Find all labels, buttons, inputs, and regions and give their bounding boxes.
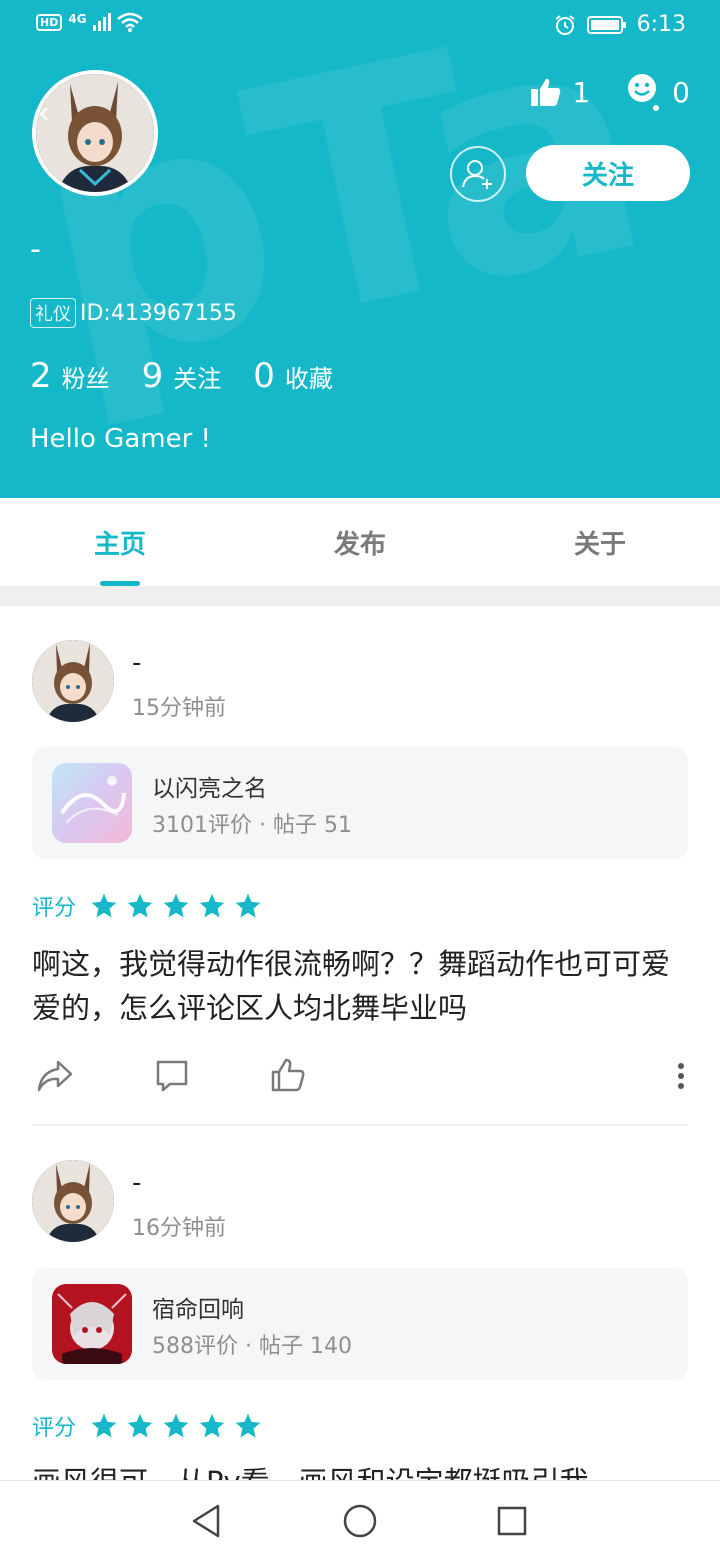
game-card[interactable]: 以闪亮之名 3101评价 · 帖子 51	[32, 747, 688, 859]
game-posts: 帖子 140	[259, 1334, 352, 1359]
post-author-name[interactable]: -	[132, 648, 141, 678]
rating-label: 评分	[32, 1416, 77, 1441]
fans-label: 粉丝	[61, 365, 110, 393]
share-icon[interactable]	[36, 1058, 74, 1094]
nav-back-icon[interactable]	[190, 1503, 222, 1539]
game-icon	[52, 1284, 132, 1364]
star-icon	[91, 1413, 117, 1438]
post-card: - 15分钟前 以闪亮之名 3101评价 · 帖子 51 评分 啊这，我觉得动作…	[0, 606, 720, 1126]
star-icon	[199, 1413, 225, 1438]
favorites-label: 收藏	[284, 365, 333, 393]
profile-id: ID:413967155	[80, 300, 237, 326]
post-author-name[interactable]: -	[132, 1168, 141, 1198]
tabs-separator	[0, 586, 720, 606]
following-label: 关注	[173, 365, 222, 393]
star-icon	[163, 893, 189, 918]
post-actions	[32, 1058, 688, 1098]
post-text[interactable]: 啊这，我觉得动作很流畅啊？？舞蹈动作也可可爱爱的，怎么评论区人均北舞毕业吗	[32, 942, 688, 1030]
game-reviews: 3101评价	[152, 813, 252, 838]
post-card: - 16分钟前 宿命回响 588评价 · 帖子 140 评分	[0, 1126, 720, 1480]
network-type: 4G	[68, 12, 87, 26]
post-time: 15分钟前	[132, 696, 226, 721]
thumb-up-outline-icon[interactable]	[270, 1058, 306, 1094]
profile-screen: pTa HD 4G 6:13 ‹ 1 0 关注 - 礼仪 ID:41396715…	[0, 0, 720, 1560]
post-author-avatar[interactable]	[32, 640, 114, 722]
star-icon	[91, 893, 117, 918]
alarm-icon	[554, 14, 575, 35]
post-text[interactable]: 画风很可，从Pv看，画风和设定都挺吸引我	[32, 1460, 688, 1480]
comment-icon[interactable]	[154, 1058, 190, 1094]
more-vertical-icon[interactable]	[674, 1058, 688, 1094]
profile-avatar[interactable]	[32, 70, 158, 196]
game-reviews: 588评价	[152, 1334, 238, 1359]
star-icon	[163, 1413, 189, 1438]
header-stats: 1 0	[530, 72, 690, 112]
favorites-number: 0	[253, 356, 275, 396]
status-bar: HD 4G 6:13	[0, 0, 720, 52]
star-icon	[199, 893, 225, 918]
profile-bio: Hello Gamer !	[30, 424, 211, 454]
profile-username: -	[30, 232, 41, 267]
id-tag: 礼仪	[30, 298, 76, 328]
hd-badge: HD	[36, 13, 63, 31]
game-meta: 3101评价 · 帖子 51	[152, 807, 352, 839]
reactions-count: 0	[672, 75, 690, 109]
nav-recents-icon[interactable]	[496, 1503, 528, 1539]
star-icon	[127, 1413, 153, 1438]
profile-header: pTa HD 4G 6:13 ‹ 1 0 关注 - 礼仪 ID:41396715…	[0, 0, 720, 498]
back-icon[interactable]: ‹	[38, 96, 50, 131]
wifi-icon	[116, 12, 143, 32]
game-name: 以闪亮之名	[152, 776, 267, 802]
tab-about[interactable]: 关于	[480, 498, 720, 586]
follow-button[interactable]: 关注	[526, 145, 690, 201]
tab-about-label: 关于	[573, 529, 626, 560]
tab-posts[interactable]: 发布	[240, 498, 480, 586]
game-posts: 帖子 51	[273, 813, 352, 838]
rating-label: 评分	[32, 896, 77, 921]
signal-icon	[92, 13, 111, 31]
clock-time: 6:13	[636, 12, 686, 37]
likes-stat[interactable]: 1	[530, 76, 590, 109]
game-meta: 588评价 · 帖子 140	[152, 1328, 352, 1360]
profile-id-row: 礼仪 ID:413967155	[30, 298, 237, 328]
following-number: 9	[141, 356, 164, 396]
profile-tabs: 主页 发布 关于	[0, 498, 720, 586]
post-time: 16分钟前	[132, 1216, 226, 1241]
fans-count[interactable]: 2 粉丝	[30, 356, 110, 396]
reactions-stat[interactable]: 0	[626, 72, 690, 112]
rating-row: 评分	[32, 1410, 262, 1442]
meta-dot: ·	[245, 1334, 259, 1359]
status-left: HD 4G	[36, 12, 143, 32]
add-friend-button[interactable]	[450, 146, 506, 202]
tab-home-label: 主页	[93, 529, 146, 560]
star-icon	[235, 1413, 261, 1438]
game-icon	[52, 763, 132, 843]
thumb-up-icon	[531, 78, 561, 106]
meta-dot: ·	[259, 813, 273, 838]
game-card[interactable]: 宿命回响 588评价 · 帖子 140	[32, 1268, 688, 1380]
battery-icon	[586, 15, 626, 34]
game-name: 宿命回响	[152, 1297, 244, 1323]
tab-home[interactable]: 主页	[0, 498, 240, 586]
favorites-count[interactable]: 0 收藏	[253, 356, 333, 396]
system-nav-bar	[0, 1480, 720, 1560]
likes-count: 1	[572, 75, 591, 109]
nav-home-icon[interactable]	[343, 1503, 377, 1539]
status-right: 6:13	[553, 12, 686, 37]
add-user-icon	[462, 160, 492, 189]
fans-number: 2	[30, 356, 52, 396]
following-count[interactable]: 9 关注	[142, 356, 222, 396]
profile-counts: 2 粉丝 9 关注 0 收藏	[30, 356, 333, 396]
rating-row: 评分	[32, 890, 262, 922]
star-icon	[127, 893, 153, 918]
star-icon	[235, 893, 261, 918]
post-author-avatar[interactable]	[32, 1160, 114, 1242]
smiley-icon	[628, 74, 660, 111]
tab-posts-label: 发布	[333, 529, 386, 560]
